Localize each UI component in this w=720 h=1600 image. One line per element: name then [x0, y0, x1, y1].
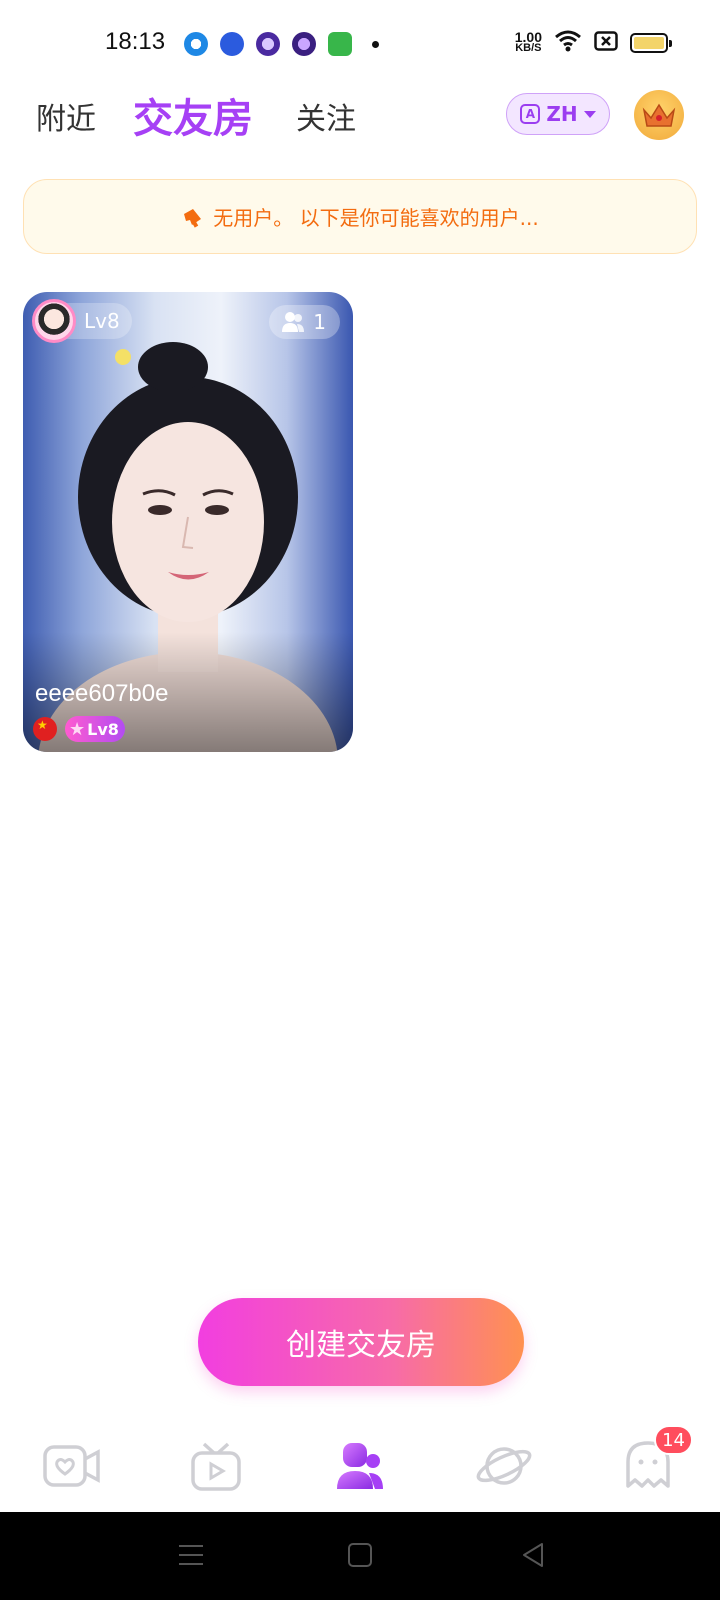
crown-icon — [642, 103, 676, 127]
bottom-nav: 14 — [0, 1420, 720, 1512]
nav-video-chat[interactable] — [37, 1431, 107, 1501]
viewer-count-chip: 1 — [269, 305, 340, 339]
language-label: ZH — [546, 102, 578, 126]
translate-icon: A — [520, 104, 541, 124]
megaphone-icon — [184, 208, 202, 228]
nav-friend-room[interactable] — [325, 1431, 395, 1501]
status-bar: 18:13 1.00 KB/S — [0, 0, 720, 88]
room-username: eeee607b0e — [35, 680, 169, 707]
chevron-down-icon — [583, 110, 596, 118]
host-avatar[interactable] — [32, 299, 76, 343]
user-level-badge: ★ Lv8 — [65, 716, 125, 742]
baidu-icon — [220, 32, 244, 56]
sim-x-icon — [594, 31, 618, 55]
vip-crown-avatar[interactable] — [634, 90, 684, 140]
nav-discover[interactable] — [469, 1431, 539, 1501]
tab-nearby[interactable]: 附近 — [36, 94, 96, 138]
green-app-icon — [328, 32, 352, 56]
star-icon: ★ — [69, 718, 86, 740]
back-icon[interactable] — [518, 1540, 548, 1570]
nav-messages[interactable]: 14 — [613, 1425, 693, 1501]
video-chat-icon — [43, 1445, 100, 1487]
more-notifications-dot — [372, 40, 379, 48]
user-level: Lv8 — [87, 719, 119, 739]
host-level-chip: Lv8 — [32, 299, 132, 343]
users-icon — [281, 311, 305, 333]
friends-room-icon — [337, 1443, 383, 1489]
viewer-count: 1 — [313, 310, 326, 334]
net-speed-unit: KB/S — [515, 42, 542, 54]
circle-app-icon — [184, 32, 208, 56]
status-right: 1.00 KB/S — [515, 30, 672, 56]
host-level: Lv8 — [84, 309, 120, 333]
net-speed: 1.00 KB/S — [515, 30, 542, 54]
system-nav-bar — [0, 1512, 720, 1600]
room-card[interactable]: Lv8 1 eeee607b0e ★ Lv8 — [23, 292, 353, 752]
nav-live-tv[interactable] — [181, 1431, 251, 1501]
notice-text: 无用户。 以下是你可能喜欢的用户... — [213, 206, 539, 230]
status-time: 18:13 — [105, 28, 166, 55]
message-count-badge: 14 — [654, 1425, 693, 1455]
no-users-notice: 无用户。 以下是你可能喜欢的用户... — [23, 179, 697, 254]
tab-follow[interactable]: 关注 — [296, 94, 356, 138]
tv-icon — [191, 1442, 241, 1491]
user-badges: ★ Lv8 — [33, 716, 125, 742]
create-room-button[interactable]: 创建交友房 — [198, 1298, 524, 1386]
planet-icon — [476, 1447, 532, 1485]
menu-icon[interactable] — [176, 1540, 206, 1570]
notification-icons — [184, 32, 379, 56]
top-nav: 附近 交友房 关注 A ZH — [0, 88, 720, 168]
tab-friend-room[interactable]: 交友房 — [133, 86, 253, 144]
home-icon[interactable] — [345, 1540, 375, 1570]
battery-icon — [630, 33, 672, 53]
purple-app-icon — [256, 32, 280, 56]
wifi-icon — [554, 30, 582, 56]
language-button[interactable]: A ZH — [506, 93, 610, 135]
purple-app-icon-2 — [292, 32, 316, 56]
china-flag-icon — [33, 717, 57, 741]
